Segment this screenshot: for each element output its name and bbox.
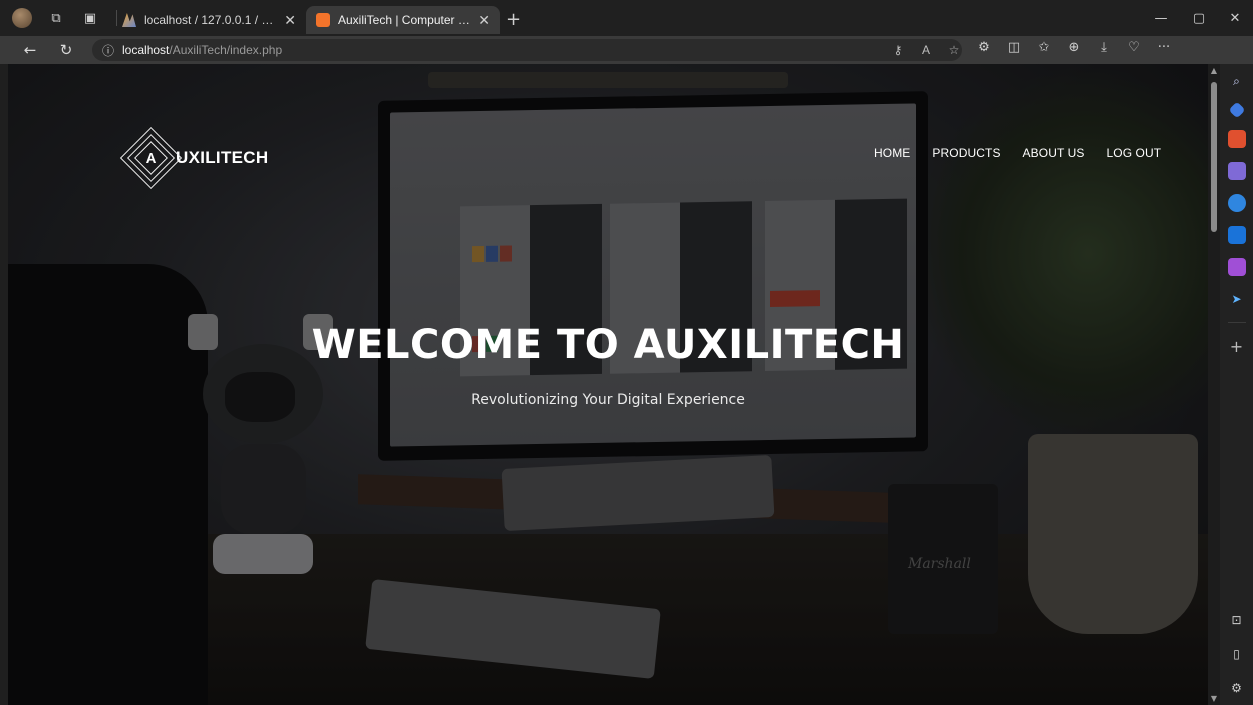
close-window-icon[interactable]: ✕	[1217, 0, 1253, 36]
tab-auxilitech[interactable]: AuxiliTech | Computer Shop ✕	[306, 6, 500, 34]
collections-icon[interactable]: ⊕	[1065, 40, 1083, 55]
sidebar-separator	[1227, 322, 1246, 323]
nav-log-out[interactable]: LOG OUT	[1106, 146, 1161, 160]
tab-strip-lead-icons: ⧉ ▣	[0, 8, 119, 28]
url-path: /AuxiliTech/index.php	[169, 43, 283, 57]
screenshot-icon[interactable]: ⊡	[1228, 611, 1246, 629]
refresh-icon[interactable]: ↻	[52, 36, 80, 64]
tag-icon[interactable]	[1228, 101, 1245, 119]
logo-diamond-icon: A	[119, 126, 183, 190]
favorites-icon[interactable]: ✩	[1035, 40, 1053, 55]
tab-title: AuxiliTech | Computer Shop	[338, 13, 470, 27]
designer-icon[interactable]	[1227, 258, 1246, 276]
scroll-thumb[interactable]	[1211, 82, 1217, 232]
edge-sidebar: ⌕ ➤ + ⊡ ▯ ⚙	[1220, 64, 1253, 705]
hero-title: WELCOME TO AUXILITECH	[311, 322, 905, 368]
phpmyadmin-icon	[122, 13, 136, 27]
nav-about-us[interactable]: ABOUT US	[1023, 146, 1085, 160]
new-tab-icon[interactable]: +	[506, 9, 521, 30]
search-icon[interactable]: ⌕	[1228, 72, 1246, 90]
site-info-icon[interactable]: ⓘ	[102, 42, 114, 59]
split-screen-icon[interactable]: ◫	[1005, 40, 1023, 55]
hero-subtitle: Revolutionizing Your Digital Experience	[471, 392, 745, 408]
more-menu-icon[interactable]: ···	[1155, 40, 1173, 55]
tab-title: localhost / 127.0.0.1 / auxilitech	[144, 13, 276, 27]
copilot-sidebar-icon[interactable]	[1227, 194, 1246, 212]
browser-essentials-icon[interactable]: ♡	[1125, 40, 1143, 55]
address-bar[interactable]: ⓘ localhost/AuxiliTech/index.php ⚷ A ☆	[92, 39, 962, 61]
back-icon[interactable]: ←	[16, 36, 44, 64]
toolbar-icons: ⚙ ◫ ✩ ⊕ ⤓ ♡ ···	[975, 40, 1173, 55]
people-icon[interactable]	[1227, 162, 1246, 180]
logo-letter: A	[145, 149, 157, 167]
xampp-icon	[316, 13, 330, 27]
minimize-icon[interactable]: —	[1141, 0, 1181, 36]
outlook-icon[interactable]	[1227, 226, 1246, 244]
address-bar-actions: ⚷ A ☆	[890, 43, 962, 57]
main-nav: HOME PRODUCTS ABOUT US LOG OUT	[874, 146, 1161, 160]
nav-products[interactable]: PRODUCTS	[932, 146, 1000, 160]
url-host: localhost	[122, 43, 170, 57]
site-logo[interactable]: A UXILITECH	[119, 126, 269, 190]
nav-home[interactable]: HOME	[874, 146, 910, 160]
send-icon[interactable]: ➤	[1228, 290, 1246, 308]
browser-tab-strip: ⧉ ▣ localhost / 127.0.0.1 / auxilitech ✕…	[0, 0, 1253, 36]
read-aloud-icon[interactable]: A	[918, 43, 934, 57]
scroll-up-icon[interactable]: ▲	[1210, 66, 1218, 75]
tab-phpmyadmin[interactable]: localhost / 127.0.0.1 / auxilitech ✕	[112, 6, 306, 34]
close-tab-icon[interactable]: ✕	[478, 12, 490, 29]
favorite-star-icon[interactable]: ☆	[946, 43, 962, 57]
hide-sidebar-icon[interactable]: ▯	[1228, 645, 1246, 663]
hero-section: Marshall A UXILITECH HOME PRODUCTS ABOUT…	[8, 64, 1208, 705]
toolbox-icon[interactable]	[1227, 130, 1246, 148]
downloads-icon[interactable]: ⤓	[1095, 40, 1113, 55]
key-icon[interactable]: ⚷	[890, 43, 906, 57]
workspaces-icon[interactable]: ⧉	[46, 8, 66, 28]
logo-wordmark: UXILITECH	[176, 148, 269, 167]
page-scrollbar[interactable]: ▲ ▼	[1208, 64, 1220, 705]
add-sidebar-app-icon[interactable]: +	[1228, 337, 1246, 356]
settings-gear-icon[interactable]: ⚙	[1228, 679, 1246, 697]
tab-actions-icon[interactable]: ▣	[80, 8, 100, 28]
close-tab-icon[interactable]: ✕	[284, 12, 296, 29]
scroll-down-icon[interactable]: ▼	[1210, 694, 1218, 703]
sidebar-bottom: ⊡ ▯ ⚙	[1228, 611, 1246, 697]
profile-avatar-icon[interactable]	[12, 8, 32, 28]
browser-toolbar: ← ↻ ⓘ localhost/AuxiliTech/index.php ⚷ A…	[0, 36, 1253, 96]
window-controls: — ▢ ✕	[1141, 0, 1253, 36]
extensions-icon[interactable]: ⚙	[975, 40, 993, 55]
restore-icon[interactable]: ▢	[1181, 0, 1217, 36]
